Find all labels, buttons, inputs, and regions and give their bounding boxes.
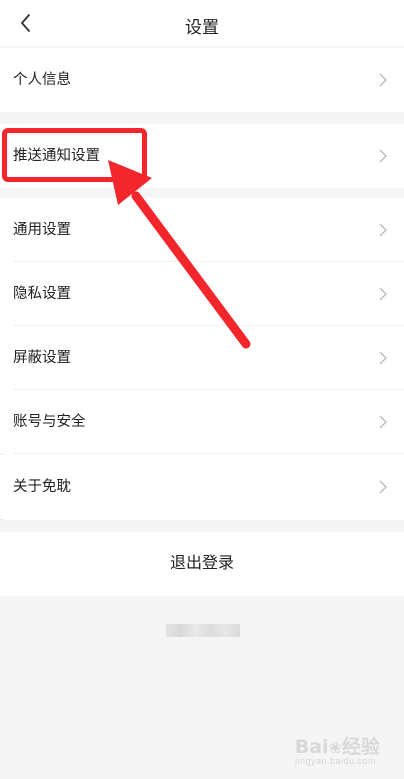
blurred-text-placeholder [166,624,240,637]
chevron-right-icon [379,287,387,301]
chevron-right-icon [379,149,387,163]
chevron-right-icon [379,351,387,365]
section-divider [0,112,404,124]
chevron-right-icon [379,415,387,429]
chevron-right-icon [379,480,387,494]
page-title: 设置 [185,18,219,37]
watermark-url: jingyan.baidu.com [294,756,376,766]
settings-item-blocking[interactable]: 屏蔽设置 [0,326,404,390]
baidu-jingyan-watermark: Bai❀经验 [294,736,380,758]
settings-item-push-notifications[interactable]: 推送通知设置 [0,124,404,188]
chevron-right-icon [379,73,387,87]
nav-bar: 设置 [0,0,404,46]
settings-item-account-security[interactable]: 账号与安全 [0,390,404,454]
logout-button[interactable]: 退出登录 [0,532,404,596]
settings-item-label: 通用设置 [13,222,71,238]
settings-item-label: 个人信息 [13,72,71,88]
settings-item-label: 账号与安全 [13,414,86,430]
section-divider [0,520,404,532]
settings-item-label: 隐私设置 [13,286,71,302]
settings-item-general[interactable]: 通用设置 [0,198,404,262]
section-divider [0,188,404,198]
chevron-right-icon [379,223,387,237]
settings-item-privacy[interactable]: 隐私设置 [0,262,404,326]
settings-item-profile[interactable]: 个人信息 [0,48,404,112]
settings-item-label: 关于免耽 [13,479,71,495]
settings-item-about[interactable]: 关于免耽 [0,455,404,519]
settings-item-label: 推送通知设置 [13,148,100,164]
row-separator [13,453,404,454]
settings-item-label: 屏蔽设置 [13,350,71,366]
